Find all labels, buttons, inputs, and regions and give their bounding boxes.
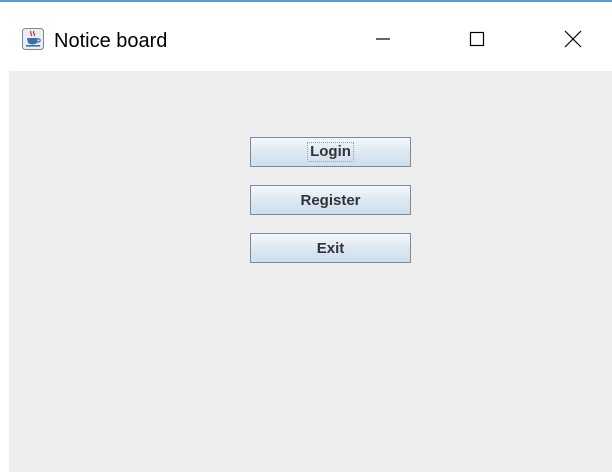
minimize-button[interactable] [358, 20, 408, 62]
minimize-icon [373, 29, 393, 54]
exit-button-label: Exit [316, 239, 345, 257]
register-button-label: Register [300, 191, 361, 209]
content-panel: Login Register Exit [9, 71, 612, 472]
maximize-icon [467, 29, 487, 54]
close-icon [563, 29, 583, 54]
java-cup-icon [22, 28, 44, 50]
window-title: Notice board [54, 30, 168, 52]
login-button-label: Login [307, 142, 354, 162]
application-window: Notice board Login Register Exit [0, 0, 612, 472]
register-button[interactable]: Register [250, 185, 411, 215]
maximize-button[interactable] [452, 20, 502, 62]
exit-button[interactable]: Exit [250, 233, 411, 263]
close-button[interactable] [548, 20, 598, 62]
title-bar[interactable]: Notice board [0, 2, 612, 71]
login-button[interactable]: Login [250, 137, 411, 167]
